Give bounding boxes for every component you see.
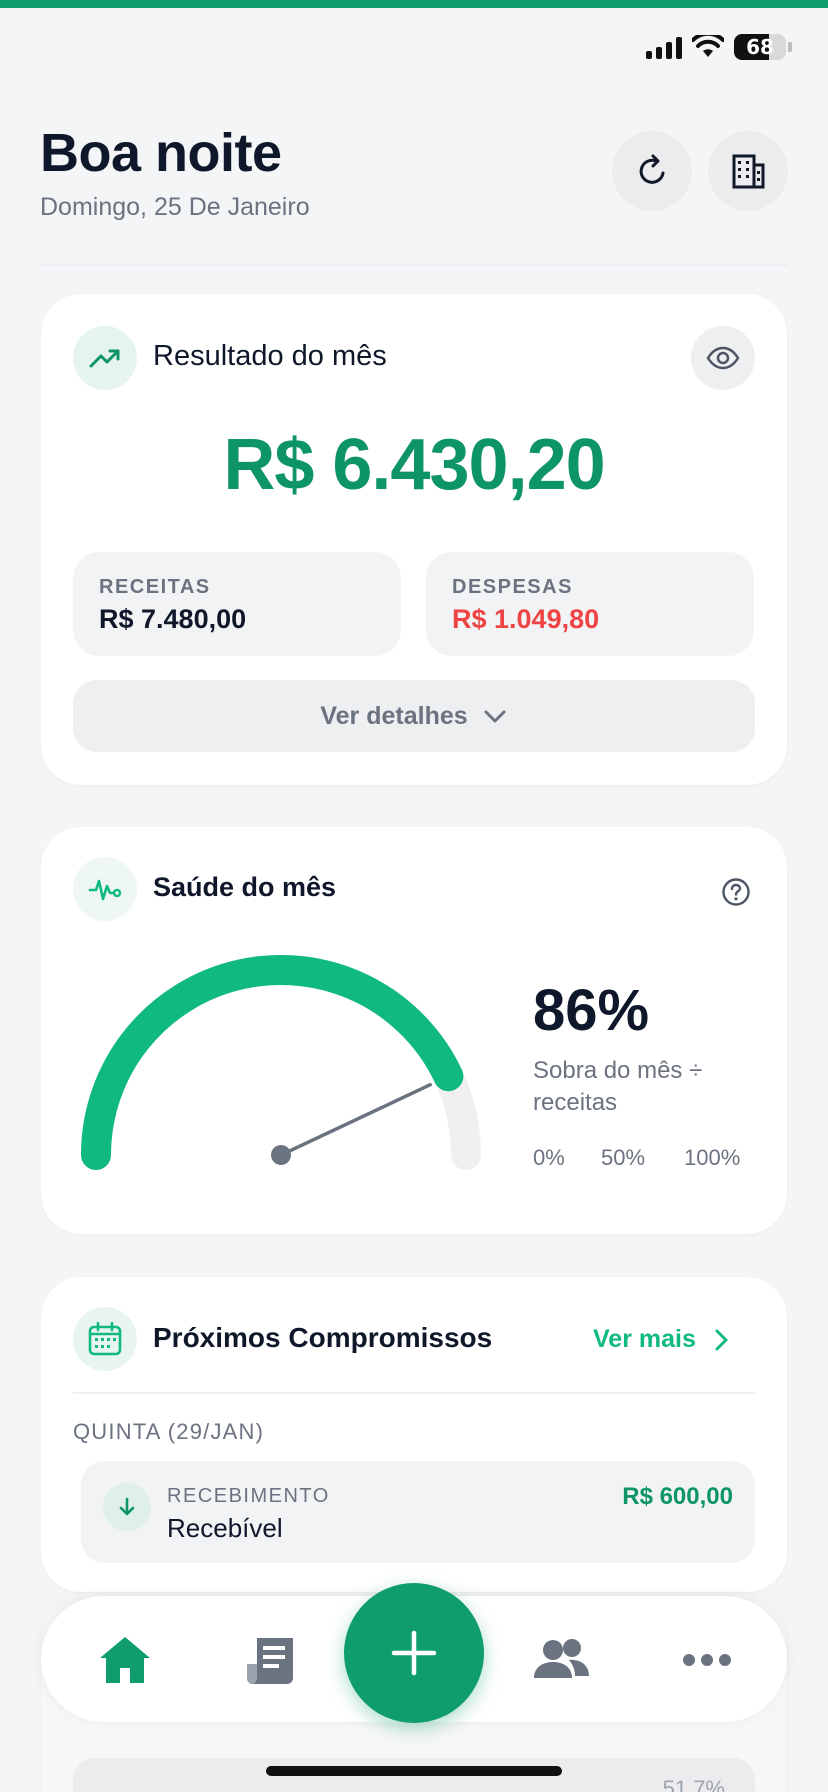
add-button[interactable] (344, 1583, 484, 1723)
refresh-icon (639, 154, 665, 184)
result-title: Resultado do mês (153, 340, 387, 372)
help-icon[interactable] (721, 877, 751, 907)
month-health-card: Saúde do mês 86% Sobra do mês ÷ receitas… (41, 827, 787, 1234)
commitment-type: RECEBIMENTO (167, 1485, 330, 1507)
battery-level: 68 (746, 35, 774, 59)
people-icon (534, 1639, 589, 1678)
building-icon (732, 154, 765, 189)
battery-icon: 68 (734, 34, 786, 60)
commitments-divider (73, 1392, 755, 1394)
upcoming-commitments-card: Próximos Compromissos Ver mais QUINTA (2… (41, 1277, 787, 1592)
cellular-signal-icon (646, 35, 682, 59)
calendar-badge (73, 1307, 137, 1371)
health-title: Saúde do mês (153, 872, 337, 902)
calendar-icon (88, 1321, 122, 1356)
trending-up-icon (89, 349, 120, 368)
income-label: RECEITAS (99, 576, 211, 598)
commitment-name: Recebível (167, 1513, 283, 1543)
top-accent-line (0, 0, 828, 8)
nav-transactions[interactable] (235, 1624, 307, 1696)
add-icon (391, 1630, 437, 1676)
toggle-visibility-button[interactable] (691, 326, 755, 390)
expense-box: DESPESAS R$ 1.049,80 (426, 552, 754, 656)
peek-value: 51,7% (662, 1776, 725, 1792)
gauge-pivot (271, 1145, 291, 1165)
health-gauge (81, 954, 481, 1170)
health-percent: 86% (533, 978, 650, 1043)
home-indicator (266, 1766, 562, 1776)
month-result-card: Resultado do mês R$ 6.430,20 RECEITAS R$… (41, 294, 787, 785)
health-description: Sobra do mês ÷ receitas (533, 1057, 703, 1116)
home-icon (100, 1637, 150, 1683)
status-bar: 68 (646, 34, 792, 60)
more-icon (683, 1654, 731, 1666)
commitment-amount: R$ 600,00 (622, 1483, 733, 1510)
receipt-icon (247, 1638, 293, 1684)
scale-max: 100% (684, 1145, 741, 1170)
gauge-fill (81, 954, 464, 1170)
chevron-down-icon (484, 710, 506, 723)
income-value: R$ 7.480,00 (99, 604, 247, 634)
wifi-icon (692, 35, 724, 57)
arrow-down-icon (119, 1497, 135, 1516)
day-label: QUINTA (29/JAN) (73, 1419, 265, 1444)
gauge-needle (279, 1082, 433, 1157)
chevron-right-icon (715, 1329, 728, 1350)
gauge-track (81, 955, 481, 1170)
nav-people[interactable] (525, 1624, 597, 1696)
expense-label: DESPESAS (452, 576, 573, 598)
list-item[interactable]: RECEBIMENTO Recebível R$ 600,00 (81, 1461, 755, 1563)
trend-badge (73, 326, 137, 390)
commitments-title: Próximos Compromissos (153, 1322, 493, 1353)
details-button[interactable]: Ver detalhes (73, 680, 755, 752)
page-title: Boa noite (40, 123, 282, 183)
scale-mid: 50% (601, 1145, 646, 1170)
eye-icon (706, 346, 740, 370)
activity-badge (73, 857, 137, 921)
expense-value: R$ 1.049,80 (452, 604, 600, 634)
incoming-badge (103, 1483, 151, 1531)
see-more-label: Ver mais (593, 1325, 696, 1353)
current-date: Domingo, 25 De Janeiro (40, 193, 310, 221)
see-more-link[interactable]: Ver mais (593, 1325, 732, 1354)
nav-home[interactable] (89, 1624, 161, 1696)
company-button[interactable] (708, 131, 788, 211)
details-label: Ver detalhes (320, 701, 468, 730)
scale-min: 0% (533, 1145, 565, 1170)
result-amount: R$ 6.430,20 (223, 425, 605, 505)
header-divider (40, 264, 788, 266)
refresh-button[interactable] (612, 131, 692, 211)
nav-more[interactable] (671, 1624, 743, 1696)
activity-icon (88, 879, 122, 901)
income-box: RECEITAS R$ 7.480,00 (73, 552, 401, 656)
